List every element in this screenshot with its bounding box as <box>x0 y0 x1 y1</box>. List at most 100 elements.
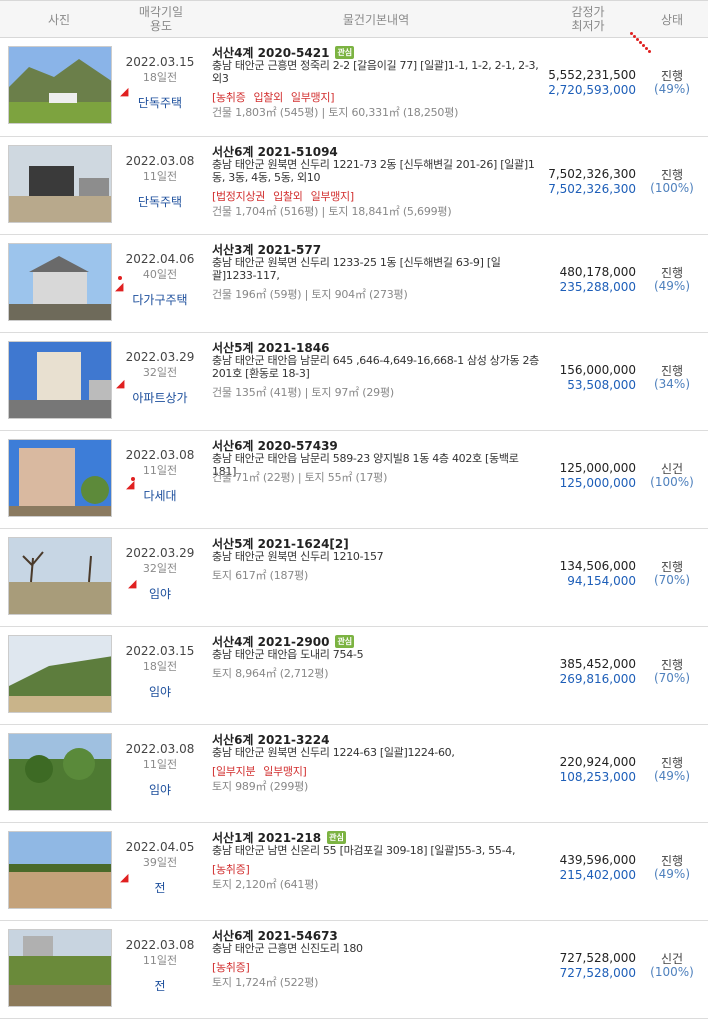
warning-tags: [농취증 입찰외 일부맹지] <box>212 89 342 105</box>
case-number-text[interactable]: 서산5계 2021-1624[2] <box>212 537 349 551</box>
property-photo[interactable] <box>8 831 112 909</box>
case-number-text[interactable]: 서산6계 2021-51094 <box>212 145 338 159</box>
table-row[interactable]: 2022.03.08 11일전 다세대 서산6계 2020-57439 충남 태안군 태… <box>0 431 708 529</box>
days-remaining: 11일전 <box>142 758 178 771</box>
days-remaining: 11일전 <box>142 464 178 477</box>
warning-tag: [농취증 <box>212 91 246 104</box>
minimum-percent: (49%) <box>653 82 691 96</box>
minimum-price: 2,720,593,000 <box>548 83 636 97</box>
appraisal-price: 439,596,000 <box>559 853 636 867</box>
property-photo[interactable] <box>8 243 112 321</box>
minimum-percent: (49%) <box>653 769 691 783</box>
days-remaining: 11일전 <box>142 954 178 967</box>
property-address: 충남 태안군 남면 신온리 55 [마검포길 309-18] [일괄]55-3,… <box>212 844 516 857</box>
case-number-text[interactable]: 서산4계 2021-2900 <box>212 635 329 649</box>
property-usage[interactable]: 다가구주택 <box>120 291 200 308</box>
case-number-text[interactable]: 서산3계 2021-577 <box>212 243 321 257</box>
table-row[interactable]: 2022.03.08 11일전 단독주택 서산6계 2021-51094 충남 태안군 … <box>0 137 708 235</box>
case-number-text[interactable]: 서산4계 2020-5421 <box>212 46 329 60</box>
minimum-price: 94,154,000 <box>567 574 636 588</box>
table-row[interactable]: 2022.03.29 32일전 아파트상가 서산5계 2021-1846 충남 태안군 … <box>0 333 708 431</box>
table-row[interactable]: 2022.04.06 40일전 다가구주택 서산3계 2021-577 충남 태안군 원… <box>0 235 708 333</box>
property-usage[interactable]: 전 <box>120 879 200 896</box>
warning-tag: [농취증] <box>212 961 250 974</box>
property-photo[interactable] <box>8 929 112 1007</box>
appraisal-price: 125,000,000 <box>559 461 636 475</box>
warning-tag: [법정지상권 <box>212 190 266 203</box>
interest-badge: 관심 <box>327 831 346 844</box>
days-remaining: 32일전 <box>142 562 178 575</box>
minimum-percent: (70%) <box>653 573 691 587</box>
warning-tag: [농취증] <box>212 863 250 876</box>
table-row[interactable]: 2022.03.08 11일전 전 서산6계 2021-54673 충남 태안군 근흥면… <box>0 921 708 1019</box>
warning-tag: 일부맹지] <box>290 91 335 104</box>
list-header: 사진 매각기일 용도 물건기본내역 감정가 최저가 상태 <box>0 0 708 38</box>
minimum-price: 125,000,000 <box>559 476 636 490</box>
property-photo[interactable] <box>8 46 112 124</box>
red-pointer-icon: ◢ <box>128 577 137 590</box>
area-info: 건물 1,704㎡ (516평) | 토지 18,841㎡ (5,699평) <box>212 205 452 218</box>
property-usage[interactable]: 아파트상가 <box>120 389 200 406</box>
warning-tags: [농취증] <box>212 959 257 975</box>
auction-date: 2022.04.06 <box>125 252 195 266</box>
case-number-text[interactable]: 서산5계 2021-1846 <box>212 341 329 355</box>
property-usage[interactable]: 단독주택 <box>120 193 200 210</box>
auction-list: 사진 매각기일 용도 물건기본내역 감정가 최저가 상태 2022.03.15 1… <box>0 0 708 1019</box>
area-info: 토지 8,964㎡ (2,712평) <box>212 667 329 680</box>
property-usage[interactable]: 전 <box>120 977 200 994</box>
red-pointer-icon: ◢ <box>120 871 129 884</box>
days-remaining: 11일전 <box>142 170 178 183</box>
case-number-text[interactable]: 서산6계 2021-3224 <box>212 733 329 747</box>
appraisal-price: 385,452,000 <box>559 657 636 671</box>
days-remaining: 32일전 <box>142 366 178 379</box>
red-dot-marker <box>118 276 122 280</box>
table-row[interactable]: 2022.03.15 18일전 임야 서산4계 2021-2900 관심 충남 태안군 태… <box>0 627 708 725</box>
area-info: 토지 2,120㎡ (641평) <box>212 878 319 891</box>
property-address: 충남 태안군 근흥면 정죽리 2-2 [갈음이길 77] [일괄]1-1, 1-… <box>212 59 539 85</box>
property-photo[interactable] <box>8 537 112 615</box>
auction-date: 2022.03.29 <box>125 546 195 560</box>
minimum-percent: (34%) <box>653 377 691 391</box>
appraisal-price: 727,528,000 <box>559 951 636 965</box>
property-address: 충남 태안군 태안읍 남문리 645 ,646-4,649-16,668-1 삼… <box>212 354 539 380</box>
auction-date: 2022.03.08 <box>125 742 195 756</box>
case-number-text[interactable]: 서산1계 2021-218 <box>212 831 321 845</box>
days-remaining: 18일전 <box>142 71 178 84</box>
property-photo[interactable] <box>8 341 112 419</box>
property-photo[interactable] <box>8 439 112 517</box>
red-pointer-icon: ◢ <box>120 85 129 98</box>
table-row[interactable]: 2022.03.08 11일전임야 서산6계 2021-3224 충남 태안군 원북면… <box>0 725 708 823</box>
case-number-text[interactable]: 서산6계 2020-57439 <box>212 439 338 453</box>
warning-tag: 입찰외 <box>273 190 303 203</box>
appraisal-price: 7,502,326,300 <box>548 167 636 181</box>
table-row[interactable]: 2022.04.05 39일전 전 서산1계 2021-218 관심 충남 태안군 남면 … <box>0 823 708 921</box>
area-info: 건물 135㎡ (41평) | 토지 97㎡ (29평) <box>212 386 394 399</box>
table-row[interactable]: 2022.03.15 18일전 단독주택 서산4계 2020-5421 관심 충남 태안군… <box>0 32 708 137</box>
appraisal-price: 480,178,000 <box>559 265 636 279</box>
property-address: 충남 태안군 원북면 신두리 1224-63 [일괄]1224-60, <box>212 746 455 759</box>
warning-tag: [일부지분 <box>212 765 256 778</box>
area-info: 건물 196㎡ (59평) | 토지 904㎡ (273평) <box>212 288 408 301</box>
property-usage[interactable]: 임야 <box>120 781 200 798</box>
table-row[interactable]: 2022.03.29 32일전 임야 서산5계 2021-1624[2] 충남 태안군 … <box>0 529 708 627</box>
minimum-percent: (100%) <box>650 965 694 979</box>
appraisal-price: 220,924,000 <box>559 755 636 769</box>
warning-tag: 일부맹지] <box>310 190 355 203</box>
auction-date: 2022.04.05 <box>125 840 195 854</box>
area-info: 토지 617㎡ (187평) <box>212 569 309 582</box>
case-number-text[interactable]: 서산6계 2021-54673 <box>212 929 338 943</box>
area-info: 건물 71㎡ (22평) | 토지 55㎡ (17평) <box>212 471 388 484</box>
interest-badge: 관심 <box>335 635 355 648</box>
red-pointer-icon: ◢ <box>116 377 125 390</box>
property-usage[interactable]: 임야 <box>120 683 200 700</box>
property-address: 충남 태안군 원북면 신두리 1210-157 <box>212 550 384 563</box>
property-photo[interactable] <box>8 635 112 713</box>
minimum-percent: (49%) <box>653 279 691 293</box>
property-photo[interactable] <box>8 145 112 223</box>
property-address: 충남 태안군 원북면 신두리 1221-73 2동 [신두해변길 201-26]… <box>212 158 535 184</box>
property-photo[interactable] <box>8 733 112 811</box>
auction-date: 2022.03.08 <box>125 448 195 462</box>
days-remaining: 18일전 <box>142 660 178 673</box>
property-usage[interactable]: 단독주택 <box>120 94 200 111</box>
minimum-price: 53,508,000 <box>567 378 636 392</box>
